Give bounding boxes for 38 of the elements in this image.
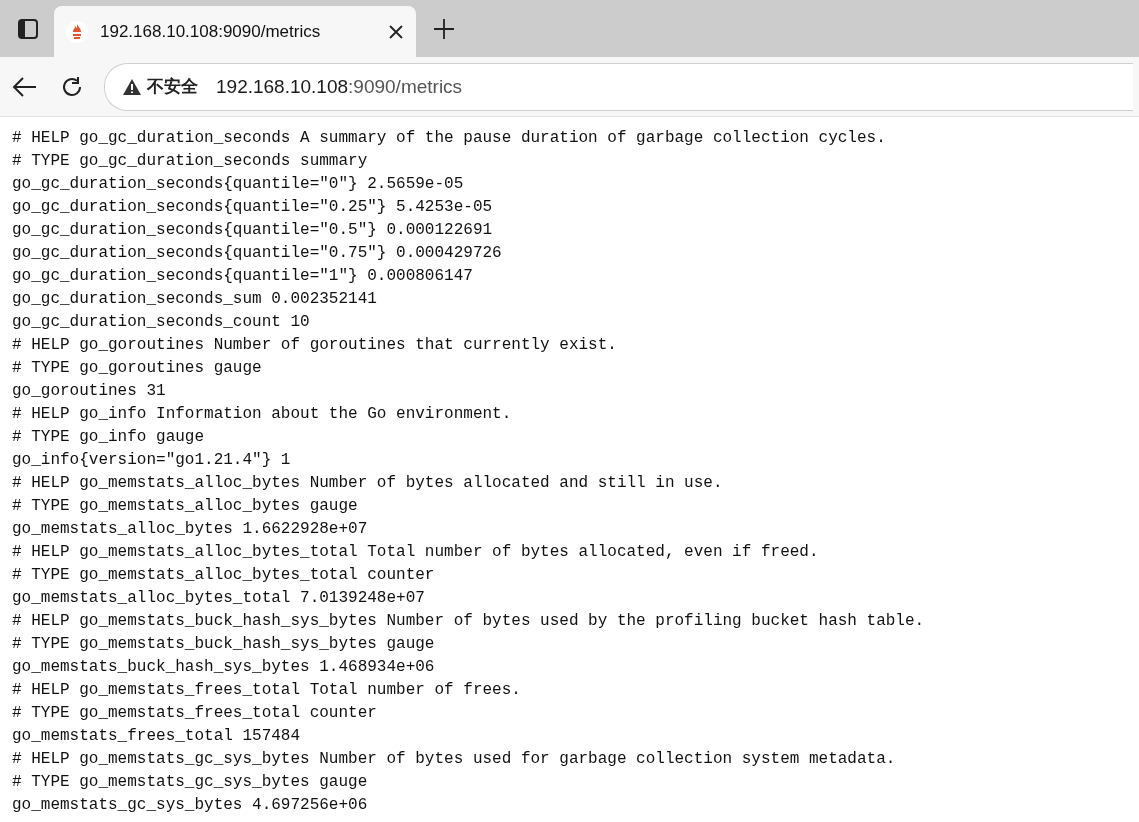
metrics-line: # HELP go_memstats_frees_total Total number of frees.: [12, 680, 522, 701]
metrics-line: # TYPE go_memstats_alloc_bytes_total counter: [12, 565, 436, 586]
metrics-line: go_memstats_buck_hash_sys_bytes 1.468934e+06: [12, 657, 436, 678]
metrics-line: go_memstats_gc_sys_bytes 4.697256e+06: [12, 795, 369, 816]
metrics-line: # HELP go_memstats_buck_hash_sys_bytes Number of bytes used by the profiling bucket hash table.: [12, 611, 926, 632]
metrics-line: # TYPE go_gc_duration_seconds summary: [12, 151, 369, 172]
metrics-line: # HELP go_memstats_alloc_bytes_total Total number of bytes allocated, even if freed.: [12, 542, 820, 563]
address-bar[interactable]: 不安全 192.168.10.108:9090/metrics: [104, 62, 1133, 111]
url-host: 192.168.10.108: [216, 75, 349, 98]
flame-icon: [66, 20, 88, 43]
metrics-line: # HELP go_info Information about the Go environment.: [12, 404, 513, 425]
metrics-line: # HELP go_memstats_gc_sys_bytes Number of bytes used for garbage collection system metadata.: [12, 749, 897, 770]
metrics-line: go_gc_duration_seconds{quantile="0"} 2.5659e-05: [12, 174, 465, 195]
metrics-line: go_memstats_frees_total 157484: [12, 726, 302, 747]
metrics-line: go_gc_duration_seconds_sum 0.002352141: [12, 289, 378, 310]
tab-title: 192.168.10.108:9090/metrics: [100, 21, 322, 42]
metrics-line: # HELP go_memstats_alloc_bytes Number of bytes allocated and still in use.: [12, 473, 724, 494]
metrics-line: # TYPE go_memstats_buck_hash_sys_bytes gauge: [12, 634, 436, 655]
metrics-line: go_info{version="go1.21.4"} 1: [12, 450, 292, 471]
metrics-line: # TYPE go_memstats_gc_sys_bytes gauge: [12, 772, 369, 793]
metrics-line: go_gc_duration_seconds{quantile="1"} 0.000806147: [12, 266, 474, 287]
metrics-line: # TYPE go_memstats_frees_total counter: [12, 703, 378, 724]
metrics-line: go_gc_duration_seconds{quantile="0.25"} 5.4253e-05: [12, 197, 494, 218]
metrics-line: go_gc_duration_seconds{quantile="0.75"} 0.000429726: [12, 243, 503, 264]
metrics-line: go_gc_duration_seconds_count 10: [12, 312, 311, 333]
metrics-line: # TYPE go_goroutines gauge: [12, 358, 263, 379]
metrics-line: # TYPE go_memstats_alloc_bytes gauge: [12, 496, 359, 517]
url-path: :9090/metrics: [348, 75, 463, 98]
warning-icon: [123, 78, 141, 95]
security-label[interactable]: 不安全: [147, 75, 198, 98]
metrics-line: # HELP go_goroutines Number of goroutines that currently exist.: [12, 335, 618, 356]
metrics-line: go_memstats_alloc_bytes_total 7.0139248e+07: [12, 588, 426, 609]
metrics-line: go_goroutines 31: [12, 381, 167, 402]
browser-tab[interactable]: 192.168.10.108:9090/metrics: [54, 6, 416, 57]
metrics-line: go_memstats_alloc_bytes 1.6622928e+07: [12, 519, 369, 540]
metrics-line: go_gc_duration_seconds{quantile="0.5"} 0.000122691: [12, 220, 494, 241]
metrics-line: # TYPE go_info gauge: [12, 427, 206, 448]
metrics-line: # HELP go_gc_duration_seconds A summary of the pause duration of garbage collection cycles.: [12, 128, 887, 149]
